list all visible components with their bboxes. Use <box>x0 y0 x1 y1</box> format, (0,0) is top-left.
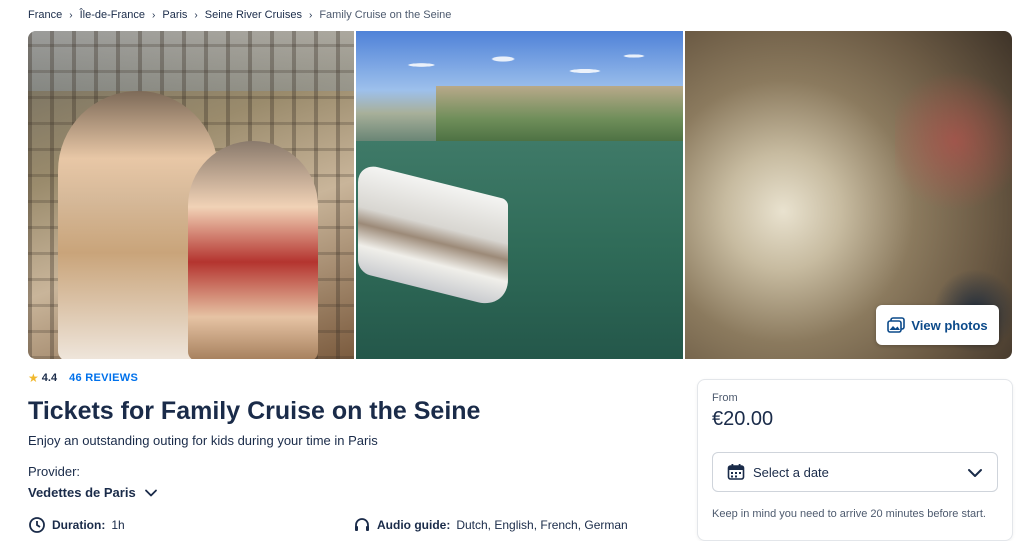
headphones-icon <box>355 518 369 531</box>
duration-value: 1h <box>111 518 125 532</box>
duration-label: Duration: <box>52 518 106 532</box>
breadcrumb-item-ile-de-france[interactable]: Île-de-France <box>80 9 145 21</box>
breadcrumb-item-current: Family Cruise on the Seine <box>319 9 452 21</box>
breadcrumb-item-paris[interactable]: Paris <box>162 9 187 21</box>
price-from-label: From <box>712 392 738 404</box>
chevron-right-icon: › <box>152 9 156 21</box>
gallery-photo-family-eiffel[interactable] <box>28 31 354 359</box>
rating-value: 4.4 <box>41 372 58 384</box>
photos-icon <box>887 317 906 333</box>
chevron-right-icon: › <box>194 9 198 21</box>
star-icon: ★ <box>28 371 39 385</box>
audio-guide-languages: Dutch, English, French, German <box>456 518 628 532</box>
date-picker-label: Select a date <box>753 464 829 480</box>
chevron-down-icon <box>968 469 982 477</box>
chevron-down-icon <box>144 489 157 496</box>
calendar-icon <box>727 464 745 480</box>
audio-guide-label: Audio guide: <box>377 518 451 532</box>
provider-toggle[interactable]: Vedettes de Paris <box>28 485 158 500</box>
chevron-right-icon: › <box>308 9 313 21</box>
provider-name: Vedettes de Paris <box>28 485 136 500</box>
photo-detail <box>436 86 683 141</box>
view-photos-button[interactable]: View photos <box>876 305 999 345</box>
breadcrumb-item-france[interactable]: France <box>28 9 62 21</box>
gallery-photo-river-boat[interactable] <box>356 31 683 359</box>
booking-card: From €20.00 Select a date Keep in mind y… <box>697 379 1013 541</box>
photo-detail <box>895 41 1012 241</box>
reviews-link[interactable]: 46 REVIEWS <box>69 372 138 384</box>
activity-details: Duration: 1h Audio guide: Dutch, English… <box>28 516 668 533</box>
view-photos-label: View photos <box>911 317 988 333</box>
breadcrumb-item-seine-river-cruises[interactable]: Seine River Cruises <box>205 9 302 21</box>
audio-guide-item: Audio guide: Dutch, English, French, Ger… <box>353 516 628 534</box>
date-picker-button[interactable]: Select a date <box>712 452 998 492</box>
page-title: Tickets for Family Cruise on the Seine <box>28 397 481 425</box>
activity-subtitle: Enjoy an outstanding outing for kids dur… <box>28 433 378 448</box>
rating-summary: ★ 4.4 46 REVIEWS <box>28 371 138 385</box>
photo-detail <box>188 141 318 359</box>
chevron-right-icon: › <box>69 9 73 21</box>
duration-item: Duration: 1h <box>28 516 125 534</box>
provider-label: Provider: <box>28 464 81 479</box>
breadcrumb: France › Île-de-France › Paris › Seine R… <box>28 8 451 22</box>
clock-icon <box>29 517 45 533</box>
photo-gallery <box>28 31 1012 359</box>
price-value: €20.00 <box>712 408 774 430</box>
arrival-note: Keep in mind you need to arrive 20 minut… <box>712 508 986 520</box>
